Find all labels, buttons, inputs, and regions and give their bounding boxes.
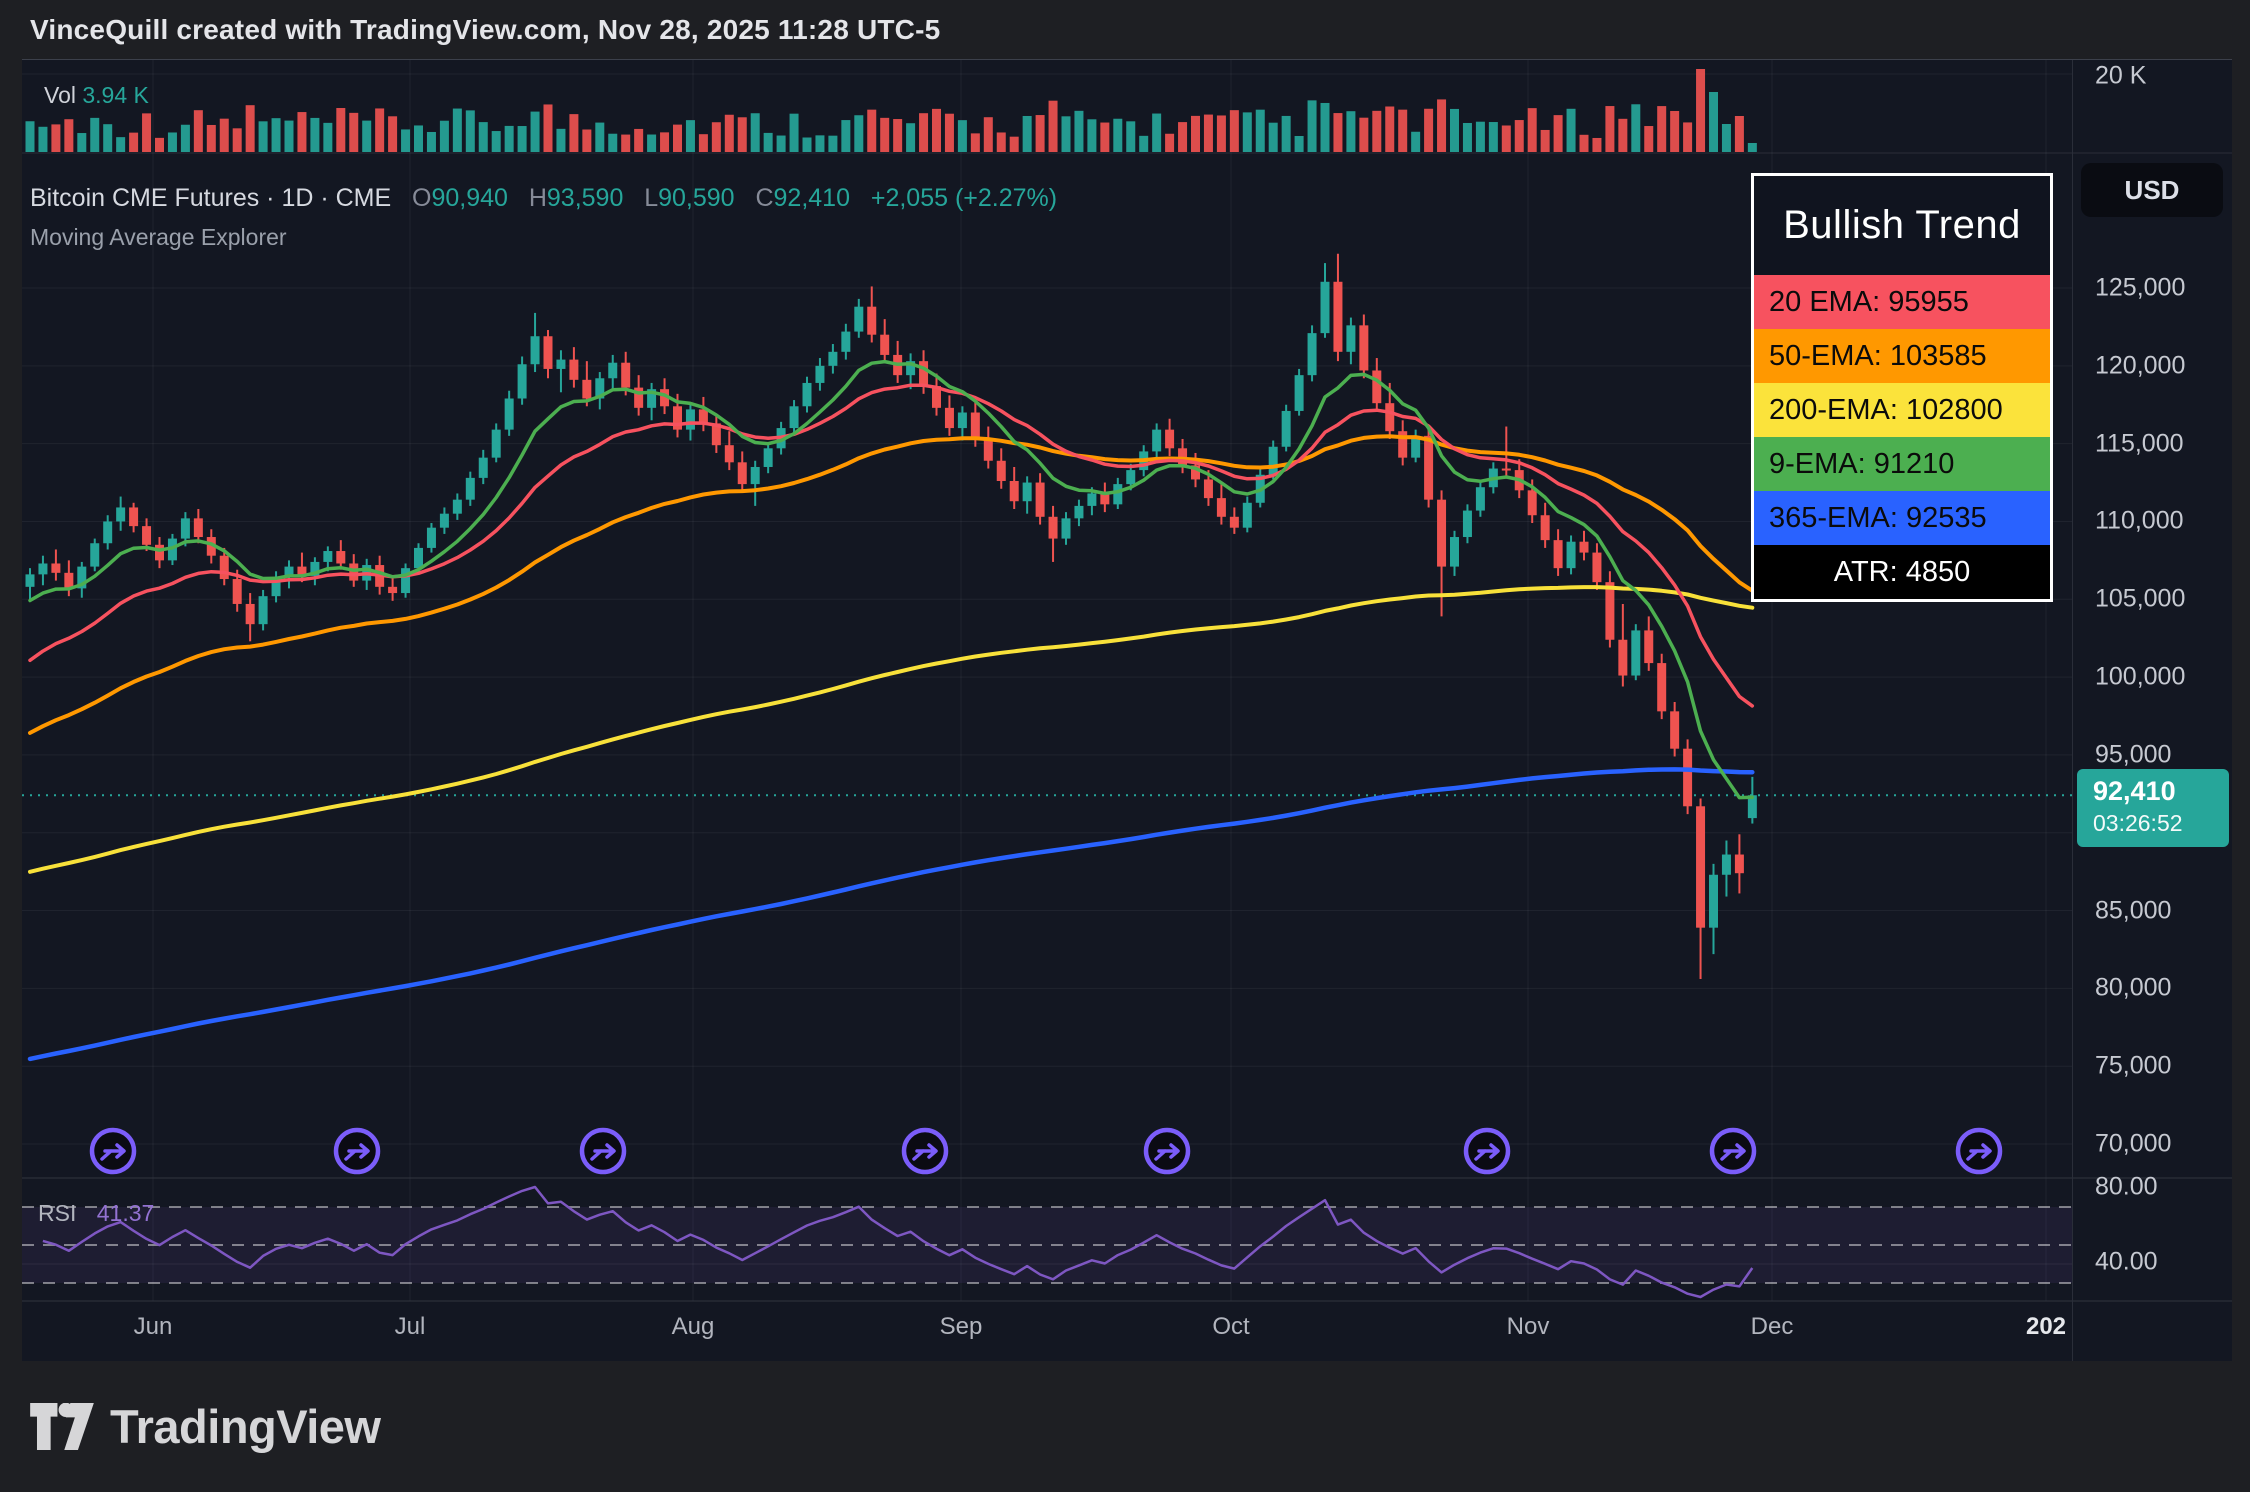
price-tick-label: 100,000 [2095, 663, 2185, 692]
volume-bars [26, 69, 1757, 152]
replay-markers [92, 1130, 2000, 1172]
price-tick-label: 85,000 [2095, 897, 2171, 926]
rsi-label: RSI [38, 1200, 76, 1226]
time-tick-label: Oct [1212, 1313, 1249, 1341]
low-label: L [644, 184, 658, 212]
tradingview-logo-icon [30, 1403, 94, 1450]
scroll-to-realtime-icon[interactable] [1712, 1130, 1754, 1172]
ema-line-20 [30, 385, 1752, 706]
ema-line-365 [30, 769, 1752, 1059]
symbol-title: Bitcoin CME Futures · 1D · CME [30, 184, 391, 212]
close-value: 92,410 [774, 184, 850, 212]
trend-status-title: Bullish Trend [1754, 176, 2050, 275]
current-price-value: 92,410 [2093, 775, 2229, 809]
time-tick-label: Sep [940, 1313, 983, 1341]
bar-countdown: 03:26:52 [2093, 809, 2229, 838]
currency-button[interactable]: USD [2081, 163, 2223, 217]
price-tick-label: 75,000 [2095, 1052, 2171, 1081]
price-tick-label: 80,000 [2095, 974, 2171, 1003]
scroll-to-realtime-icon[interactable] [1146, 1130, 1188, 1172]
ema-legend-row: 9-EMA: 91210 [1754, 437, 2050, 491]
attribution-text: VinceQuill created with TradingView.com,… [30, 14, 940, 46]
time-tick-label: Jul [395, 1313, 426, 1341]
rsi-axis-lower: 40.00 [2095, 1248, 2158, 1277]
high-label: H [529, 184, 547, 212]
ema-legend-row: 50-EMA: 103585 [1754, 329, 2050, 383]
open-label: O [412, 184, 431, 212]
price-tick-label: 115,000 [2095, 430, 2184, 459]
time-tick-label: Aug [672, 1313, 715, 1341]
high-value: 93,590 [547, 184, 623, 212]
scroll-to-realtime-icon[interactable] [582, 1130, 624, 1172]
chart-container[interactable]: Vol 3.94 K Bitcoin CME Futures · 1D · CM… [22, 59, 2232, 1361]
price-tick-label: 110,000 [2095, 507, 2184, 536]
price-tick-label: 105,000 [2095, 585, 2185, 614]
volume-axis-label: 20 K [2095, 62, 2146, 91]
volume-label: Vol [44, 82, 76, 108]
rsi-legend: RSI 41.37 [38, 1200, 154, 1227]
scroll-to-realtime-icon[interactable] [1466, 1130, 1508, 1172]
ema-legend-row: 365-EMA: 92535 [1754, 491, 2050, 545]
ema-legend-rows: 20 EMA: 9595550-EMA: 103585200-EMA: 1028… [1754, 275, 2050, 599]
volume-value: 3.94 K [82, 82, 149, 108]
indicator-title: Moving Average Explorer [30, 224, 287, 251]
time-tick-label: Nov [1507, 1313, 1550, 1341]
price-axis[interactable]: 20 K USD 125,000 120,000 115,000 110,000 105… [2072, 60, 2232, 1361]
attribution-bar: VinceQuill created with TradingView.com,… [0, 0, 2250, 59]
price-tick-label: 95,000 [2095, 741, 2171, 770]
time-tick-label: Dec [1751, 1313, 1794, 1341]
price-tick-label: 120,000 [2095, 352, 2185, 381]
scroll-to-realtime-icon[interactable] [336, 1130, 378, 1172]
time-tick-label: Jun [134, 1313, 173, 1341]
scroll-to-realtime-icon[interactable] [1958, 1130, 2000, 1172]
ema-legend-panel: Bullish Trend 20 EMA: 9595550-EMA: 10358… [1751, 173, 2053, 602]
footer-brand-bar: TradingView [0, 1360, 2250, 1492]
scroll-to-realtime-icon[interactable] [904, 1130, 946, 1172]
price-tick-label: 125,000 [2095, 274, 2185, 303]
rsi-axis-upper: 80.00 [2095, 1173, 2158, 1202]
close-label: C [755, 184, 773, 212]
ema-line-200 [30, 587, 1752, 872]
ema-legend-row: ATR: 4850 [1754, 545, 2050, 599]
brand-name: TradingView [110, 1399, 381, 1454]
price-tick-label: 70,000 [2095, 1130, 2171, 1159]
rsi-band [22, 1207, 2072, 1283]
change-value: +2,055 (+2.27%) [871, 184, 1057, 212]
volume-legend: Vol 3.94 K [44, 82, 149, 109]
scroll-to-realtime-icon[interactable] [92, 1130, 134, 1172]
time-tick-label: 202 [2026, 1313, 2066, 1341]
tradingview-screenshot: { "top_bar": { "attribution": "VinceQuil… [0, 0, 2250, 1492]
open-value: 90,940 [432, 184, 508, 212]
symbol-header: Bitcoin CME Futures · 1D · CME O90,940 H… [30, 184, 1057, 213]
current-price-tag: 92,410 03:26:52 [2077, 769, 2229, 847]
rsi-value: 41.37 [97, 1200, 155, 1226]
ema-legend-row: 20 EMA: 95955 [1754, 275, 2050, 329]
low-value: 90,590 [658, 184, 734, 212]
ema-legend-row: 200-EMA: 102800 [1754, 383, 2050, 437]
